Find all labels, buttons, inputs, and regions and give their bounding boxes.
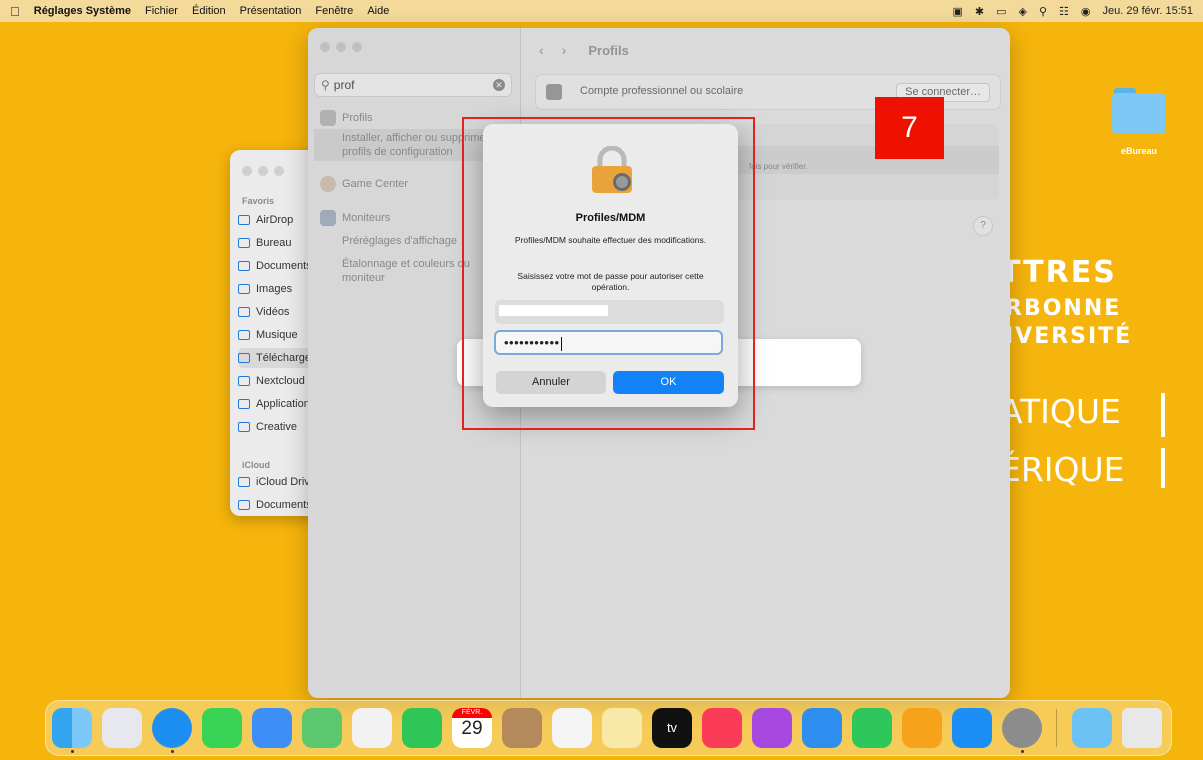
calendar-month: FÉVR.: [452, 708, 492, 718]
calendar-day: 29: [461, 718, 483, 739]
cloud-icon: [238, 477, 250, 487]
podcasts-icon[interactable]: [752, 708, 792, 748]
menu-presentation[interactable]: Présentation: [240, 5, 302, 17]
image-icon: [238, 284, 250, 294]
music-icon[interactable]: [702, 708, 742, 748]
keynote-icon[interactable]: [802, 708, 842, 748]
download-icon: [238, 353, 250, 363]
wallpaper-text-3: IVERSITÉ: [1005, 324, 1133, 349]
wallpaper-text-1: TTRES: [1000, 255, 1117, 290]
control-center-icon[interactable]: ☷: [1059, 5, 1069, 18]
menu-bar:  Réglages Système Fichier Édition Prése…: [0, 0, 1203, 22]
folder-icon: [238, 376, 250, 386]
messages-icon[interactable]: [202, 708, 242, 748]
reminders-icon[interactable]: [552, 708, 592, 748]
wallpaper-text-2: RBONNE: [1005, 296, 1122, 321]
desktop-folder-label: eBureau: [1120, 146, 1157, 156]
apple-tv-icon[interactable]: tv: [652, 708, 692, 748]
wifi-icon[interactable]: ◈: [1018, 5, 1026, 18]
menu-edition[interactable]: Édition: [192, 5, 226, 17]
notes-icon[interactable]: [602, 708, 642, 748]
search-icon[interactable]: ⚲: [1039, 5, 1047, 18]
finder-section-icloud: iCloud: [242, 460, 270, 470]
app-store-icon[interactable]: [952, 708, 992, 748]
desktop-icon: [238, 238, 250, 248]
step-badge: 7: [875, 97, 944, 159]
finder-icon[interactable]: [52, 708, 92, 748]
mail-icon[interactable]: [252, 708, 292, 748]
contacts-icon[interactable]: [502, 708, 542, 748]
wallpaper-bar-1: [1161, 393, 1165, 437]
numbers-icon[interactable]: [852, 708, 892, 748]
dock-separator: [1056, 709, 1057, 747]
facetime-icon[interactable]: [402, 708, 442, 748]
desktop-folder-ebureau[interactable]: eBureau: [1110, 88, 1168, 156]
menu-clock[interactable]: Jeu. 29 févr. 15:51: [1102, 5, 1193, 17]
battery-icon[interactable]: ▭: [996, 5, 1006, 18]
menu-fenetre[interactable]: Fenêtre: [315, 5, 353, 17]
apple-icon[interactable]: : [10, 4, 20, 19]
finder-section-favoris: Favoris: [242, 196, 275, 206]
document-icon: [238, 500, 250, 510]
safari-icon[interactable]: [152, 708, 192, 748]
siri-icon[interactable]: ◉: [1081, 5, 1091, 18]
window-controls[interactable]: [242, 166, 284, 176]
trash-icon[interactable]: [1122, 708, 1162, 748]
finder-window[interactable]: Favoris AirDrop Bureau Documents Images …: [230, 150, 320, 516]
folder-icon: [238, 422, 250, 432]
dock: FÉVR. 29 tv: [45, 700, 1172, 756]
calendar-icon[interactable]: FÉVR. 29: [452, 708, 492, 748]
system-settings-icon[interactable]: [1002, 708, 1042, 748]
highlight-box: [462, 117, 755, 430]
film-icon: [238, 307, 250, 317]
menu-app-name[interactable]: Réglages Système: [34, 5, 131, 17]
wallpaper-bar-2: [1161, 448, 1165, 488]
menu-fichier[interactable]: Fichier: [145, 5, 178, 17]
running-indicator: [71, 750, 74, 753]
airdrop-icon: [238, 215, 250, 225]
downloads-folder-icon[interactable]: [1072, 708, 1112, 748]
wallpaper-text-5: ÉRIQUE: [1000, 450, 1125, 489]
applications-icon: [238, 399, 250, 409]
running-indicator: [1021, 750, 1024, 753]
bluetooth-icon[interactable]: ✱: [975, 5, 984, 18]
maps-icon[interactable]: [302, 708, 342, 748]
launchpad-icon[interactable]: [102, 708, 142, 748]
document-icon: [238, 261, 250, 271]
menu-aide[interactable]: Aide: [367, 5, 389, 17]
folder-icon: [1112, 88, 1166, 134]
pages-icon[interactable]: [902, 708, 942, 748]
stage-manager-icon[interactable]: ▣: [952, 5, 962, 18]
menu-extras: ▣ ✱ ▭ ◈ ⚲ ☷ ◉ Jeu. 29 févr. 15:51: [952, 0, 1193, 22]
running-indicator: [171, 750, 174, 753]
wallpaper-text-4: ATIQUE: [1000, 392, 1121, 431]
music-icon: [238, 330, 250, 340]
photos-icon[interactable]: [352, 708, 392, 748]
